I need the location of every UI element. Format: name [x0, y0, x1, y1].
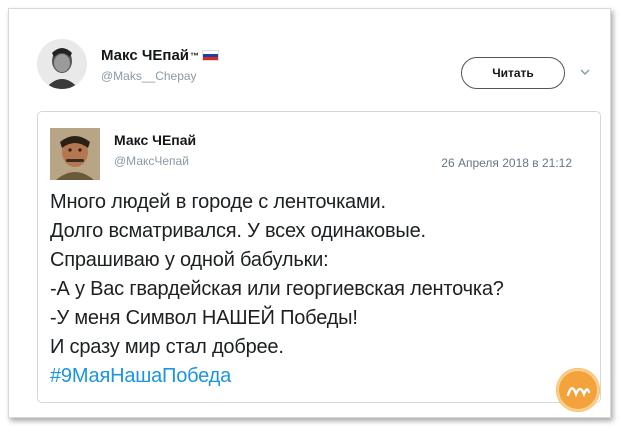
chevron-down-icon[interactable]: [580, 67, 590, 77]
avatar-portrait-icon: [50, 128, 100, 180]
tweet-line: Долго всматривался. У всех одинаковые.: [50, 220, 426, 242]
quoted-tweet-card[interactable]: Макс ЧЕпай @МаксЧепай 26 Апреля 2018 в 2…: [37, 111, 601, 403]
tweet-line: -А у Вас гвардейская или георгиевская ле…: [50, 278, 504, 300]
tweet-line: -У меня Символ НАШЕЙ Победы!: [50, 307, 358, 329]
tweet-line: И сразу мир стал добрее.: [50, 336, 284, 358]
tweet-line: Спрашиваю у одной бабульки:: [50, 249, 329, 271]
outer-handle[interactable]: @Maks__Chepay: [101, 69, 197, 83]
outer-avatar[interactable]: [37, 39, 87, 89]
tweet-body: Много людей в городе с ленточками. Долго…: [50, 188, 595, 391]
tweet-timestamp[interactable]: 26 Апреля 2018 в 21:12: [441, 156, 572, 170]
inner-avatar[interactable]: [50, 128, 100, 180]
russia-flag-icon: [202, 50, 220, 61]
site-logo: [556, 368, 600, 412]
tweet-line: Много людей в городе с ленточками.: [50, 191, 386, 213]
hashtag-link[interactable]: #9МаяНашаПобеда: [50, 362, 595, 391]
avatar-portrait-icon: [37, 39, 87, 89]
inner-handle[interactable]: @МаксЧепай: [114, 154, 189, 168]
follow-button[interactable]: Читать: [461, 57, 565, 89]
site-logo-icon: [557, 369, 599, 411]
trademark-symbol: ™: [190, 50, 200, 61]
inner-display-name[interactable]: Макс ЧЕпай: [114, 132, 196, 148]
outer-name-row: Макс ЧЕпай ™: [101, 47, 220, 64]
tweet-screenshot-frame: Макс ЧЕпай ™ @Maks__Chepay Читать Макс Ч…: [8, 8, 611, 418]
outer-display-name[interactable]: Макс ЧЕпай: [101, 47, 189, 64]
